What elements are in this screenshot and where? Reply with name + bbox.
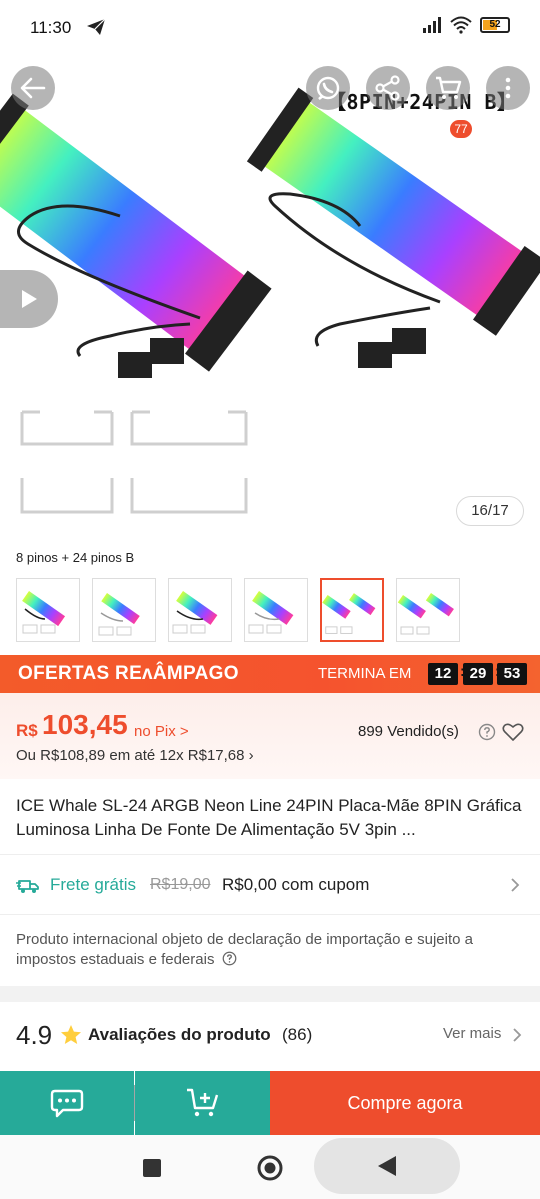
image-counter: 16/17 — [456, 496, 524, 526]
variant-label: 8 pinos + 24 pinos B — [16, 550, 135, 565]
product-page: 11:30 52 【8PIN+24PIN B】 77 16/17 8 pinos… — [0, 0, 540, 1199]
battery-icon: 52 — [480, 17, 510, 33]
back-arrow-icon — [20, 77, 46, 99]
chevron-right-icon — [511, 878, 520, 892]
home-circle-icon — [257, 1155, 283, 1181]
bottom-action-bar: Compre agora — [0, 1071, 540, 1135]
share-icon — [375, 75, 400, 101]
variant-thumb[interactable] — [396, 578, 460, 642]
thumb-image — [248, 591, 294, 634]
rating-score: 4.9 — [16, 1020, 53, 1050]
variant-thumb[interactable] — [16, 578, 80, 642]
price-section: R$ 103,45 no Pix > Ou R$108,89 em até 12… — [0, 693, 540, 779]
import-notice: Produto internacional objeto de declaraç… — [16, 930, 526, 970]
price-pix-link[interactable]: no Pix > — [134, 723, 189, 740]
cart-icon — [436, 76, 462, 99]
product-title: ICE Whale SL-24 ARGB Neon Line 24PIN Pla… — [16, 796, 522, 839]
status-time: 11:30 — [30, 18, 72, 37]
buy-now-button[interactable]: Compre agora — [270, 1071, 540, 1135]
thumb-image — [172, 591, 218, 634]
more-vertical-icon — [505, 77, 511, 99]
add-to-cart-icon — [186, 1088, 218, 1117]
countdown-hours: 12 — [428, 663, 458, 685]
system-nav-bar — [0, 1135, 540, 1199]
more-options-button[interactable] — [486, 66, 530, 110]
product-image[interactable]: 【8PIN+24PIN B】 77 16/17 — [0, 56, 540, 542]
flash-sale-banner[interactable]: OFERTAS REʌÂMPAGO TERMINA EM 12 : 29 : 5… — [0, 655, 540, 693]
see-more-link[interactable]: Ver mais — [443, 1025, 501, 1042]
price-value: 103,45 — [42, 709, 128, 740]
shipping-old-price: R$19,00 — [150, 876, 211, 893]
play-icon — [22, 290, 37, 308]
whatsapp-icon — [316, 76, 340, 100]
play-video-button[interactable] — [0, 270, 58, 328]
cart-button[interactable] — [426, 66, 470, 110]
shipping-row[interactable]: Frete grátis R$19,00 R$0,00 com cupom — [0, 856, 540, 914]
wifi-icon — [450, 16, 472, 34]
telegram-send-icon — [87, 18, 106, 35]
import-notice-text: Produto internacional objeto de declaraç… — [16, 931, 473, 968]
recent-apps-button[interactable] — [140, 1157, 164, 1179]
chat-button[interactable] — [0, 1071, 134, 1135]
installments-link[interactable]: Ou R$108,89 em até 12x R$17,68 › — [16, 747, 254, 764]
free-shipping-truck-icon — [16, 880, 39, 893]
divider — [0, 854, 540, 855]
chevron-right-icon — [513, 1028, 522, 1042]
variant-thumb[interactable] — [168, 578, 232, 642]
countdown-minutes: 29 — [463, 663, 493, 685]
battery-level: 52 — [489, 19, 501, 30]
status-icons: 52 — [422, 16, 510, 34]
rating-label: Avaliações do produto — [88, 1025, 271, 1044]
home-button[interactable] — [256, 1154, 284, 1182]
square-icon — [143, 1159, 161, 1177]
chat-icon — [50, 1089, 84, 1118]
help-icon[interactable] — [222, 951, 237, 966]
section-gap — [0, 986, 540, 1002]
help-icon[interactable] — [478, 723, 496, 741]
back-button[interactable] — [11, 66, 55, 110]
whatsapp-share-button[interactable] — [306, 66, 350, 110]
variant-thumb[interactable] — [92, 578, 156, 642]
rating-count: (86) — [282, 1025, 313, 1044]
variant-thumb-selected[interactable] — [320, 578, 384, 642]
flash-sale-title: OFERTAS REʌÂMPAGO — [18, 663, 239, 684]
thumb-image — [397, 593, 454, 635]
flash-sale-ends-label: TERMINA EM — [318, 665, 412, 682]
back-triangle-icon — [378, 1156, 396, 1176]
countdown-seconds: 53 — [497, 663, 527, 685]
favorite-heart-icon[interactable] — [502, 722, 524, 742]
free-shipping-label: Frete grátis — [50, 875, 136, 894]
thumb-image — [322, 593, 376, 634]
cart-badge: 77 — [450, 120, 472, 138]
status-bar: 11:30 52 — [0, 0, 540, 56]
variant-thumb[interactable] — [244, 578, 308, 642]
back-nav-button[interactable] — [314, 1138, 460, 1194]
add-to-cart-button[interactable] — [135, 1071, 270, 1135]
variant-thumbnails — [16, 578, 460, 642]
signal-icon — [423, 17, 441, 33]
sold-count: 899 Vendido(s) — [358, 723, 459, 740]
star-icon — [61, 1025, 81, 1044]
divider — [0, 914, 540, 915]
ratings-row[interactable]: 4.9 Avaliações do produto (86) Ver mais — [0, 1002, 540, 1068]
shipping-new-price: R$0,00 com cupom — [222, 875, 370, 894]
thumb-image — [22, 591, 66, 634]
price-currency: R$ — [16, 721, 38, 740]
share-button[interactable] — [366, 66, 410, 110]
thumb-image — [98, 593, 140, 636]
